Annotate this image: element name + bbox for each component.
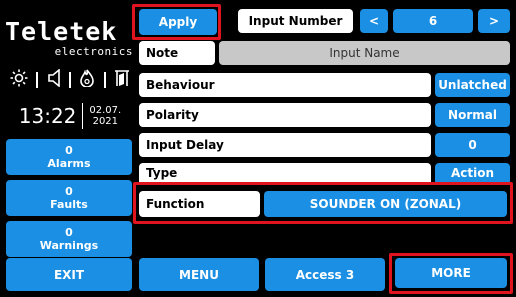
note-field[interactable]: Input Name: [219, 41, 510, 65]
apply-highlight: [132, 4, 221, 40]
alarms-count: 0: [65, 144, 73, 157]
speaker-icon: [47, 68, 61, 91]
sun-icon: [10, 69, 28, 91]
status-icons: [6, 68, 134, 91]
brand-subtitle: electronics: [54, 45, 133, 58]
alarms-button[interactable]: 0 Alarms: [6, 139, 132, 175]
behaviour-label: Behaviour: [139, 73, 431, 97]
input-delay-label: Input Delay: [139, 133, 431, 157]
type-label: Type: [139, 163, 431, 183]
flame-icon: [79, 69, 95, 91]
divider: [103, 72, 106, 88]
input-delay-value[interactable]: 0: [435, 133, 510, 157]
faults-label: Faults: [50, 198, 88, 211]
note-label: Note: [139, 41, 215, 65]
clock-time: 13:22: [18, 104, 77, 128]
clock: 13:22 02.07. 2021: [8, 100, 132, 132]
clock-date: 02.07. 2021: [89, 105, 121, 127]
function-highlight: [133, 182, 513, 224]
type-value[interactable]: Action: [435, 163, 510, 183]
faults-button[interactable]: 0 Faults: [6, 180, 132, 216]
alarms-label: Alarms: [47, 157, 91, 170]
warnings-button[interactable]: 0 Warnings: [6, 221, 132, 257]
divider: [36, 72, 39, 88]
warnings-count: 0: [65, 226, 73, 239]
divider: [82, 103, 84, 129]
menu-button[interactable]: MENU: [139, 258, 259, 291]
door-icon: [114, 69, 130, 91]
polarity-value[interactable]: Normal: [435, 103, 510, 127]
clock-date-day: 02.07.: [89, 105, 122, 116]
input-number-label: Input Number: [238, 9, 353, 33]
more-highlight: [389, 253, 513, 294]
clock-date-year: 2021: [92, 116, 119, 127]
prev-button[interactable]: <: [360, 9, 388, 33]
exit-button[interactable]: EXIT: [6, 258, 132, 291]
brand-name: Teletek: [5, 17, 118, 46]
divider: [68, 72, 71, 88]
behaviour-value[interactable]: Unlatched: [435, 73, 510, 97]
faults-count: 0: [65, 185, 73, 198]
access-button[interactable]: Access 3: [265, 258, 385, 291]
next-button[interactable]: >: [478, 9, 510, 33]
warnings-label: Warnings: [39, 239, 99, 252]
input-number-value[interactable]: 6: [393, 9, 473, 33]
brand-logo: Teletek electronics: [5, 18, 133, 62]
polarity-label: Polarity: [139, 103, 431, 127]
